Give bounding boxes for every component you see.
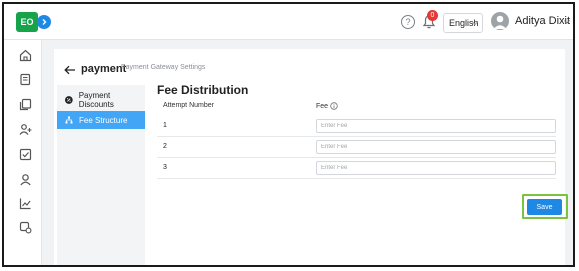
settings-side-menu: Payment Discounts Fee Structure [57, 85, 145, 265]
user-menu-chevron-icon[interactable] [563, 18, 571, 26]
left-nav-rail [4, 40, 42, 265]
user-name[interactable]: Aditya Dixit [515, 15, 570, 27]
expand-sidebar-button[interactable] [37, 15, 51, 29]
checkbox-icon[interactable] [19, 148, 32, 161]
settings-card: payment Payment Gateway Settings Payment… [54, 49, 565, 265]
add-user-icon[interactable] [19, 123, 32, 136]
user-icon[interactable] [19, 173, 32, 186]
page-title: payment [81, 63, 127, 75]
ledger-icon[interactable] [19, 73, 32, 86]
fee-input[interactable] [316, 161, 556, 175]
attempt-number: 3 [163, 164, 167, 171]
attempt-number: 2 [163, 143, 167, 150]
notification-badge: 0 [427, 10, 438, 21]
settings-gear-icon[interactable] [19, 221, 32, 234]
language-select[interactable]: English [443, 13, 483, 33]
avatar-icon [493, 15, 507, 29]
column-header-fee-label: Fee [316, 102, 329, 110]
side-item-fee-structure[interactable]: Fee Structure [57, 111, 145, 129]
table-row: 1 [157, 116, 556, 137]
side-item-label: Payment Discounts [78, 91, 114, 109]
app-logo[interactable]: EO [16, 12, 38, 32]
chevron-right-icon [42, 19, 47, 25]
avatar[interactable] [491, 12, 509, 30]
fee-input[interactable] [316, 119, 556, 133]
side-item-label: Fee Structure [79, 115, 128, 125]
chart-icon[interactable] [19, 197, 32, 210]
top-bar: EO ? 0 English Aditya Dixit [4, 4, 573, 40]
table-row: 3 [157, 158, 556, 179]
table-row: 2 [157, 137, 556, 158]
fee-input[interactable] [316, 140, 556, 154]
attempt-number: 1 [163, 122, 167, 129]
hierarchy-icon [65, 116, 73, 124]
home-icon[interactable] [19, 49, 32, 62]
main-content: payment Payment Gateway Settings Payment… [42, 40, 573, 265]
help-icon[interactable]: ? [401, 15, 415, 29]
app-window: EO ? 0 English Aditya Dixit payment Paym… [2, 2, 575, 267]
side-item-payment-discounts[interactable]: Payment Discounts [57, 91, 145, 109]
info-icon[interactable] [330, 102, 338, 110]
documents-icon[interactable] [19, 98, 32, 111]
save-button[interactable]: Save [527, 199, 562, 215]
page-subtitle: Payment Gateway Settings [121, 64, 206, 71]
discount-icon [65, 96, 73, 104]
column-header-fee: Fee [316, 102, 338, 110]
column-header-attempt: Attempt Number [163, 102, 214, 109]
chevron-down-icon [472, 21, 478, 26]
section-title: Fee Distribution [157, 83, 249, 97]
back-arrow-icon[interactable] [64, 65, 76, 75]
